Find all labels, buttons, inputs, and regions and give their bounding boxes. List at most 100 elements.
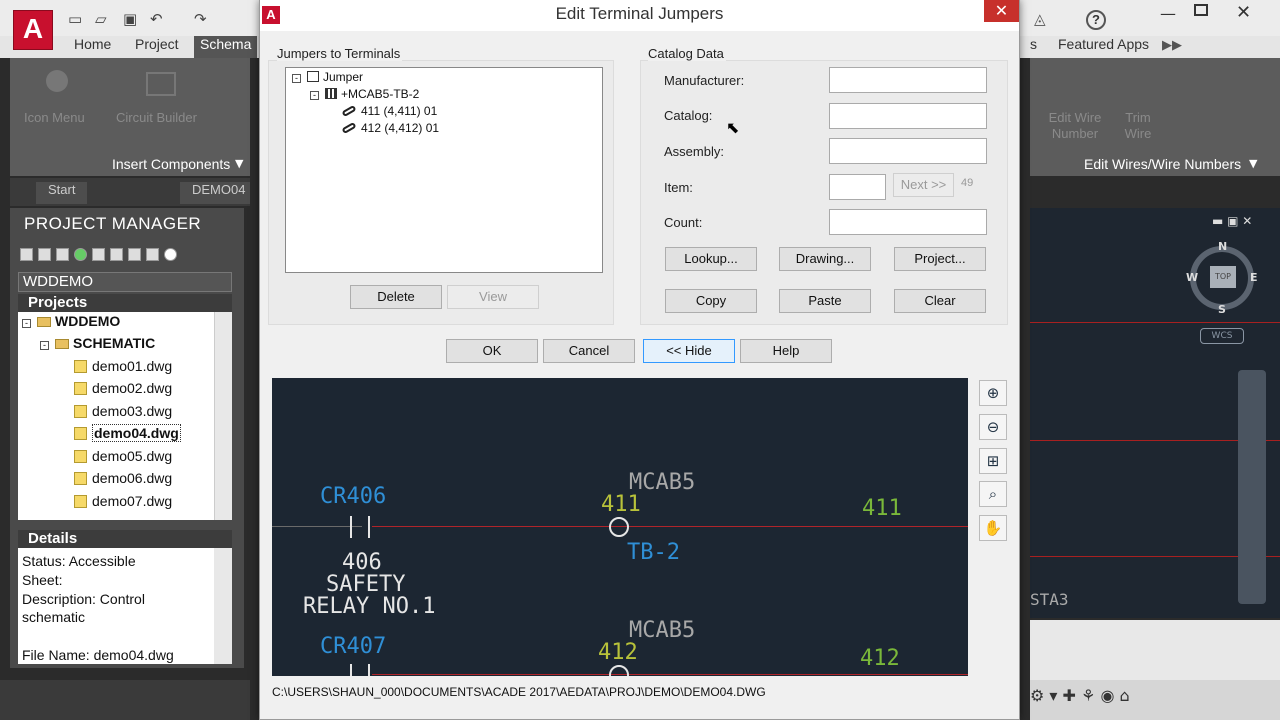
- drawing-icon: [74, 427, 87, 440]
- tree-item-folder[interactable]: - SCHEMATIC: [40, 335, 155, 357]
- settings-icon[interactable]: [146, 248, 159, 261]
- help-icon[interactable]: [164, 248, 177, 261]
- tree-item-drawing[interactable]: demo07.dwg: [74, 493, 172, 515]
- close-button[interactable]: ✕: [984, 0, 1019, 22]
- trim-wire-button[interactable]: Trim Wire: [1118, 110, 1158, 142]
- status-bar-left: [0, 680, 250, 720]
- minimize-icon[interactable]: —: [1160, 4, 1176, 23]
- tree-item-drawing-selected[interactable]: demo04.dwg: [74, 424, 181, 447]
- view-button[interactable]: View: [447, 285, 539, 309]
- tab-demo04[interactable]: DEMO04: [180, 182, 250, 204]
- assembly-field[interactable]: [829, 138, 987, 164]
- viewport-controls-icon[interactable]: ▬ ▣ ✕: [1212, 214, 1252, 228]
- paste-button[interactable]: Paste: [779, 289, 871, 313]
- properties-icon[interactable]: [92, 248, 105, 261]
- tree-node-jumper-item[interactable]: 411 (4,411) 01: [341, 103, 438, 119]
- icon-menu-button[interactable]: Icon Menu: [24, 110, 85, 125]
- count-field[interactable]: [829, 209, 987, 235]
- tree-node-terminal-strip[interactable]: - +MCAB5-TB-2: [310, 86, 419, 102]
- new-file-icon[interactable]: ▭: [68, 10, 82, 28]
- project-manager-toolbar: [20, 248, 230, 266]
- details-section-header: Details: [18, 530, 232, 548]
- collapse-icon[interactable]: -: [40, 341, 49, 350]
- circuit-builder-button[interactable]: Circuit Builder: [116, 110, 197, 125]
- project-tree-scrollbar[interactable]: [214, 312, 232, 520]
- delete-button[interactable]: Delete: [350, 285, 442, 309]
- edit-wires-panel-title[interactable]: Edit Wires/Wire Numbers: [1084, 156, 1241, 172]
- ok-button[interactable]: OK: [446, 339, 538, 363]
- save-icon[interactable]: ▣: [123, 10, 137, 28]
- tree-item-drawing[interactable]: demo01.dwg: [74, 358, 172, 380]
- viewcube-top[interactable]: TOP: [1210, 266, 1236, 288]
- new-project-icon[interactable]: [38, 248, 51, 261]
- catalog-field[interactable]: [829, 103, 987, 129]
- drawing-preview[interactable]: CR406 CR407 MCAB5 MCAB5 411 411 412 412 …: [272, 378, 968, 676]
- plot-icon[interactable]: [128, 248, 141, 261]
- tab-home[interactable]: Home: [74, 36, 111, 58]
- command-line-area[interactable]: [1030, 620, 1280, 680]
- tab-project[interactable]: Project: [135, 36, 179, 58]
- insert-components-panel-title[interactable]: Insert Components: [112, 156, 230, 172]
- tab-featured-apps[interactable]: Featured Apps: [1058, 36, 1149, 58]
- tree-item-drawing[interactable]: demo03.dwg: [74, 403, 172, 425]
- next-button[interactable]: Next >>: [893, 173, 954, 197]
- item-field[interactable]: [829, 174, 886, 200]
- tree-item-drawing[interactable]: demo02.dwg: [74, 380, 172, 402]
- new-drawing-icon[interactable]: [56, 248, 69, 261]
- tree-node-jumper-item[interactable]: 412 (4,412) 01: [341, 120, 439, 136]
- refresh-icon[interactable]: [74, 248, 87, 261]
- project-button[interactable]: Project...: [894, 247, 986, 271]
- tree-item-project[interactable]: - WDDEMO: [22, 313, 120, 335]
- manufacturer-field[interactable]: [829, 67, 987, 93]
- project-select[interactable]: WDDEMO: [18, 272, 232, 292]
- collapse-icon[interactable]: -: [310, 91, 319, 100]
- collapse-icon[interactable]: -: [22, 319, 31, 328]
- cancel-button[interactable]: Cancel: [543, 339, 635, 363]
- status-tools-icon[interactable]: ⚙ ▾ ✚ ⚘ ◉ ⌂: [1030, 686, 1130, 705]
- tree-node-label: 411 (4,411) 01: [361, 104, 438, 118]
- lookup-button[interactable]: Lookup...: [665, 247, 757, 271]
- collapse-icon[interactable]: -: [292, 74, 301, 83]
- terminal-circle: [609, 665, 629, 676]
- hide-button[interactable]: << Hide: [643, 339, 735, 363]
- zoom-out-icon[interactable]: ⊖: [979, 414, 1007, 440]
- wcs-menu[interactable]: WCS: [1200, 328, 1244, 344]
- expand-icon[interactable]: ▶▶: [1162, 38, 1182, 53]
- help-button[interactable]: Help: [740, 339, 832, 363]
- undo-icon[interactable]: ↶: [150, 10, 163, 28]
- chevron-down-icon[interactable]: ▼: [1249, 157, 1257, 170]
- close-app-icon[interactable]: ✕: [1236, 2, 1251, 23]
- publish-icon[interactable]: [110, 248, 123, 261]
- clear-button[interactable]: Clear: [894, 289, 986, 313]
- redo-icon[interactable]: ↷: [194, 10, 207, 28]
- help-icon[interactable]: ?: [1086, 10, 1106, 30]
- drawing-icon: [74, 405, 87, 418]
- navigation-bar[interactable]: [1238, 370, 1266, 604]
- zoom-in-icon[interactable]: ⊕: [979, 380, 1007, 406]
- tab-partial[interactable]: s: [1030, 36, 1037, 58]
- tab-start[interactable]: Start: [36, 182, 88, 204]
- wire-line: [272, 526, 362, 527]
- autodesk-app-icon[interactable]: ◬: [1034, 10, 1046, 28]
- zoom-window-icon[interactable]: ⊞: [979, 448, 1007, 474]
- open-project-icon[interactable]: [20, 248, 33, 261]
- tree-item-drawing[interactable]: demo06.dwg: [74, 470, 172, 492]
- tree-node-jumper[interactable]: - Jumper: [292, 69, 363, 85]
- compass-west: W: [1186, 271, 1199, 284]
- drawing-text: STA3: [1030, 590, 1069, 609]
- details-status: Status: Accessible: [22, 553, 136, 569]
- tree-item-drawing[interactable]: demo05.dwg: [74, 448, 172, 470]
- details-scrollbar[interactable]: [214, 548, 232, 664]
- autocad-logo-button[interactable]: A: [13, 10, 53, 50]
- drawing-button[interactable]: Drawing...: [779, 247, 871, 271]
- pan-icon[interactable]: ✋: [979, 515, 1007, 541]
- maximize-icon[interactable]: [1194, 4, 1208, 16]
- compass-east: E: [1250, 271, 1258, 284]
- copy-button[interactable]: Copy: [665, 289, 757, 313]
- open-folder-icon[interactable]: ▱: [95, 10, 107, 28]
- chevron-down-icon[interactable]: ▼: [235, 157, 243, 170]
- wire-line-412: [372, 674, 968, 675]
- zoom-extents-icon[interactable]: ⌕: [979, 481, 1007, 507]
- edit-wire-number-button[interactable]: Edit Wire Number: [1040, 110, 1110, 142]
- tab-schematic[interactable]: Schema: [194, 36, 258, 58]
